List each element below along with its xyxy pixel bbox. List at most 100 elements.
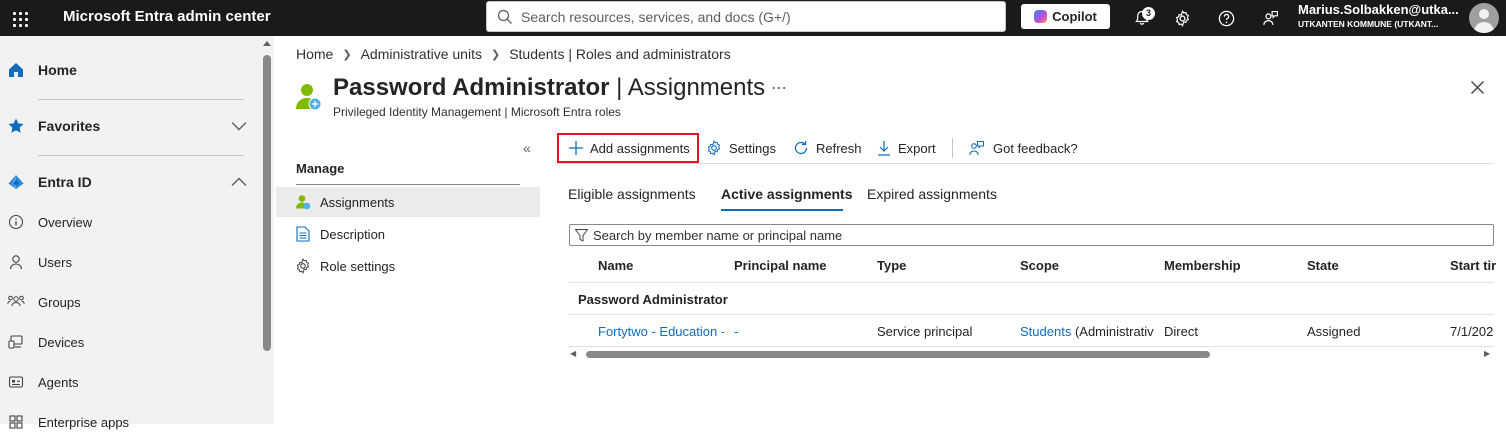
export-button[interactable]: Export: [877, 133, 936, 163]
enterprise-apps-icon: [7, 413, 25, 431]
agents-icon: [7, 373, 25, 391]
copilot-label: Copilot: [1052, 9, 1097, 24]
menu-item-role-settings[interactable]: Role settings: [276, 251, 540, 281]
table-horizontal-scrollbar[interactable]: ◀ ▶: [568, 349, 1494, 359]
nav-divider: [38, 99, 244, 100]
global-search[interactable]: [486, 1, 1006, 32]
menu-item-label: Description: [320, 226, 386, 242]
column-header-type[interactable]: Type: [877, 258, 906, 273]
nav-entra-id[interactable]: Entra ID: [0, 167, 258, 197]
feedback-command-button[interactable]: Got feedback?: [968, 133, 1078, 163]
tab-expired-assignments[interactable]: Expired assignments: [867, 186, 997, 202]
toolbar-separator: [952, 138, 953, 158]
breadcrumb-home[interactable]: Home: [296, 46, 333, 62]
more-options-icon[interactable]: ⋯: [771, 78, 788, 98]
avatar[interactable]: [1469, 3, 1499, 33]
member-search-input[interactable]: [593, 227, 1473, 243]
row-state: Assigned: [1307, 324, 1361, 339]
nav-item-label: Agents: [38, 374, 79, 390]
nav-scrollbar-thumb[interactable]: [263, 55, 271, 351]
tab-active-assignments[interactable]: Active assignments: [721, 186, 853, 202]
page-title-role: Password Administrator: [333, 74, 610, 101]
assignments-icon: [294, 193, 312, 211]
page-subtitle: Privileged Identity Management | Microso…: [333, 105, 621, 119]
scroll-right-arrow-icon[interactable]: ▶: [1484, 349, 1490, 358]
row-name-link[interactable]: Fortytwo - Education -: [598, 324, 724, 339]
add-assignments-label: Add assignments: [590, 140, 690, 156]
breadcrumb: Home ❯ Administrative units ❯ Students |…: [296, 46, 731, 62]
manage-header: Manage: [296, 161, 345, 176]
menu-item-label: Role settings: [320, 258, 396, 274]
command-bar-divider: [557, 163, 1494, 164]
nav-item-label: Groups: [38, 294, 81, 310]
header-divider: [568, 282, 1494, 283]
chevron-right-icon: ❯: [342, 48, 352, 61]
nav-entra-id-label: Entra ID: [38, 174, 92, 190]
refresh-button[interactable]: Refresh: [793, 133, 862, 163]
nav-favorites[interactable]: Favorites: [0, 111, 258, 141]
member-search-box[interactable]: [569, 224, 1494, 246]
refresh-label: Refresh: [816, 140, 862, 156]
nav-divider: [38, 155, 244, 156]
scroll-up-arrow-icon[interactable]: [263, 40, 271, 46]
export-label: Export: [898, 140, 936, 156]
active-tab-indicator: [721, 209, 843, 211]
gear-icon: [707, 140, 721, 156]
copilot-button[interactable]: Copilot: [1021, 4, 1110, 29]
nav-item-label: Devices: [38, 334, 85, 350]
assignments-table: Name Principal name Type Scope Membershi…: [568, 250, 1506, 348]
nav-item-overview[interactable]: Overview: [0, 207, 258, 237]
nav-item-agents[interactable]: Agents: [0, 367, 258, 397]
help-button[interactable]: [1214, 6, 1238, 30]
document-icon: [294, 225, 312, 243]
feedback-label: Got feedback?: [993, 140, 1078, 156]
settings-command-button[interactable]: Settings: [706, 133, 776, 163]
search-input[interactable]: [521, 7, 991, 27]
settings-button[interactable]: [1170, 6, 1194, 30]
notifications-button[interactable]: 3: [1130, 6, 1155, 30]
column-header-scope[interactable]: Scope: [1020, 258, 1059, 273]
copilot-icon: [1034, 10, 1048, 23]
nav-item-users[interactable]: Users: [0, 247, 258, 277]
nav-item-devices[interactable]: Devices: [0, 327, 258, 357]
column-header-membership[interactable]: Membership: [1164, 258, 1241, 273]
column-header-start-time[interactable]: Start tir: [1450, 258, 1496, 273]
nav-item-label: Users: [38, 254, 72, 270]
page-title-separator: |: [609, 74, 628, 101]
feedback-button[interactable]: [1258, 6, 1282, 30]
nav-item-groups[interactable]: Groups: [0, 287, 258, 317]
column-header-name[interactable]: Name: [598, 258, 633, 273]
app-title[interactable]: Microsoft Entra admin center: [63, 8, 271, 25]
breadcrumb-students-roles[interactable]: Students | Roles and administrators: [509, 46, 731, 62]
devices-icon: [7, 333, 25, 351]
tab-eligible-assignments[interactable]: Eligible assignments: [568, 186, 696, 202]
add-assignments-button[interactable]: Add assignments: [557, 133, 699, 163]
nav-item-enterprise-apps[interactable]: Enterprise apps: [0, 407, 258, 437]
column-header-state[interactable]: State: [1307, 258, 1339, 273]
breadcrumb-administrative-units[interactable]: Administrative units: [361, 46, 482, 62]
gear-icon: [1175, 9, 1189, 27]
row-scope: Students (Administrativ: [1020, 324, 1154, 339]
groups-icon: [7, 293, 25, 311]
collapse-menu-icon[interactable]: «: [523, 140, 531, 156]
column-header-principal-name[interactable]: Principal name: [734, 258, 826, 273]
table-scrollbar-thumb[interactable]: [586, 351, 1210, 358]
menu-item-assignments[interactable]: Assignments: [276, 187, 540, 217]
row-membership: Direct: [1164, 324, 1198, 339]
menu-item-description[interactable]: Description: [276, 219, 540, 249]
nav-favorites-label: Favorites: [38, 118, 101, 134]
nav-home[interactable]: Home: [0, 55, 258, 85]
scope-link[interactable]: Students: [1020, 324, 1071, 339]
scroll-left-arrow-icon[interactable]: ◀: [570, 349, 576, 358]
chevron-up-icon[interactable]: [231, 177, 247, 187]
app-launcher-icon[interactable]: [10, 9, 28, 27]
home-icon: [7, 61, 25, 79]
notification-badge: 3: [1142, 7, 1155, 20]
row-principal-name[interactable]: -: [734, 324, 864, 339]
close-icon[interactable]: [1470, 80, 1485, 95]
page-title-section: Assignments: [627, 74, 766, 101]
user-icon: [7, 253, 25, 271]
group-divider: [568, 314, 1494, 315]
chevron-down-icon[interactable]: [231, 121, 247, 131]
account-info[interactable]: Marius.Solbakken@utka... UTKANTEN KOMMUN…: [1298, 2, 1460, 29]
